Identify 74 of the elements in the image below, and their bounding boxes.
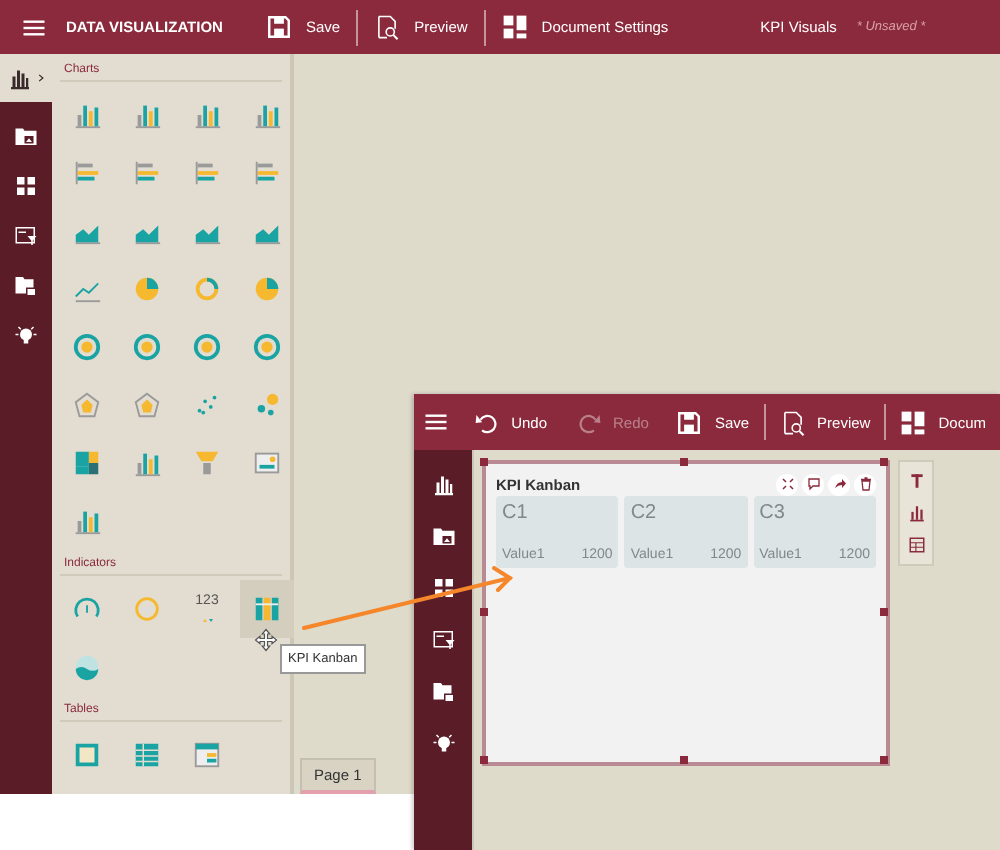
card-title: C2: [630, 502, 659, 524]
horizontal-bar-chart-icon: [72, 158, 102, 188]
bubble-chart-icon: [252, 390, 282, 420]
radial-chart-icon: [132, 332, 162, 362]
treemap-icon: [72, 448, 102, 478]
pie-chart-icon: [132, 274, 162, 304]
card-title: C1: [502, 502, 530, 524]
image-icon: [252, 448, 282, 478]
pivot-table-icon: [192, 740, 222, 770]
radial-chart-icon: [192, 332, 222, 362]
bar-chart-icon: [252, 100, 282, 130]
horizontal-bar-chart-icon: [192, 158, 222, 188]
folder-image-icon: [14, 123, 38, 147]
resize-handle[interactable]: [480, 458, 488, 466]
radar-chart-icon: [132, 390, 162, 420]
horizontal-bar-chart-icon: [252, 158, 282, 188]
redo-icon: [575, 409, 601, 435]
radar-chart-icon: [72, 390, 102, 420]
bar-chart-icon: [132, 100, 162, 130]
save-icon: [676, 409, 703, 435]
table-icon: [72, 740, 102, 770]
resize-handle[interactable]: [680, 458, 688, 466]
menu-icon[interactable]: [424, 410, 449, 434]
share-icon[interactable]: [831, 476, 847, 492]
liquid-gauge-icon: [72, 652, 102, 682]
undo-icon: [473, 409, 500, 435]
resize-handle[interactable]: [680, 756, 688, 764]
palette-item[interactable]: [240, 580, 294, 638]
text-icon[interactable]: [907, 472, 925, 491]
donut-chart-icon: [192, 274, 222, 304]
filter-screen-icon: [14, 223, 38, 247]
resize-handle[interactable]: [480, 607, 488, 615]
dashboard-icon: [431, 576, 455, 600]
bar-chart-icon[interactable]: [907, 503, 925, 522]
folder-lock-icon: [14, 273, 38, 297]
dashboard-icon: [14, 173, 38, 197]
horizontal-bar-chart-icon: [132, 158, 162, 188]
kanban-icon: [252, 594, 282, 624]
resize-handle[interactable]: [480, 756, 488, 764]
table-icon[interactable]: [907, 535, 925, 554]
layout-icon: [501, 14, 528, 40]
comment-icon[interactable]: [805, 476, 821, 492]
light-bulb-icon: [14, 323, 38, 347]
bar-chart-icon: [192, 100, 222, 130]
save-icon: [266, 14, 292, 40]
card-title: C3: [759, 502, 787, 524]
preview-icon: [374, 14, 401, 40]
radial-chart-icon: [72, 332, 102, 362]
grid-table-icon: [132, 740, 162, 770]
ring-gauge-icon: [132, 594, 162, 624]
resize-handle[interactable]: [880, 607, 888, 615]
radial-chart-icon: [252, 332, 282, 362]
menu-icon[interactable]: [21, 15, 45, 39]
bar-chart-icon: [72, 100, 102, 130]
resize-handle[interactable]: [880, 458, 888, 466]
bar-chart-icon: [132, 448, 162, 478]
caret-icon: [35, 72, 45, 84]
funnel-icon: [192, 448, 222, 478]
scatter-chart-icon: [192, 390, 222, 420]
bar-chart-icon: [7, 66, 31, 90]
move-cursor-icon: [254, 628, 278, 652]
sidebar-item[interactable]: [0, 54, 52, 102]
folder-image-icon: [431, 524, 455, 548]
resize-handle[interactable]: [880, 756, 888, 764]
bar-chart-icon: [72, 506, 102, 536]
expand-icon[interactable]: [779, 476, 795, 492]
preview-icon: [779, 409, 806, 435]
layout-icon: [900, 409, 927, 435]
pie-chart-icon: [252, 274, 282, 304]
light-bulb-icon: [431, 732, 455, 756]
trash-icon[interactable]: [857, 476, 873, 492]
filter-screen-icon: [431, 628, 455, 652]
bar-chart-icon: [431, 472, 455, 496]
folder-lock-icon: [431, 680, 455, 704]
